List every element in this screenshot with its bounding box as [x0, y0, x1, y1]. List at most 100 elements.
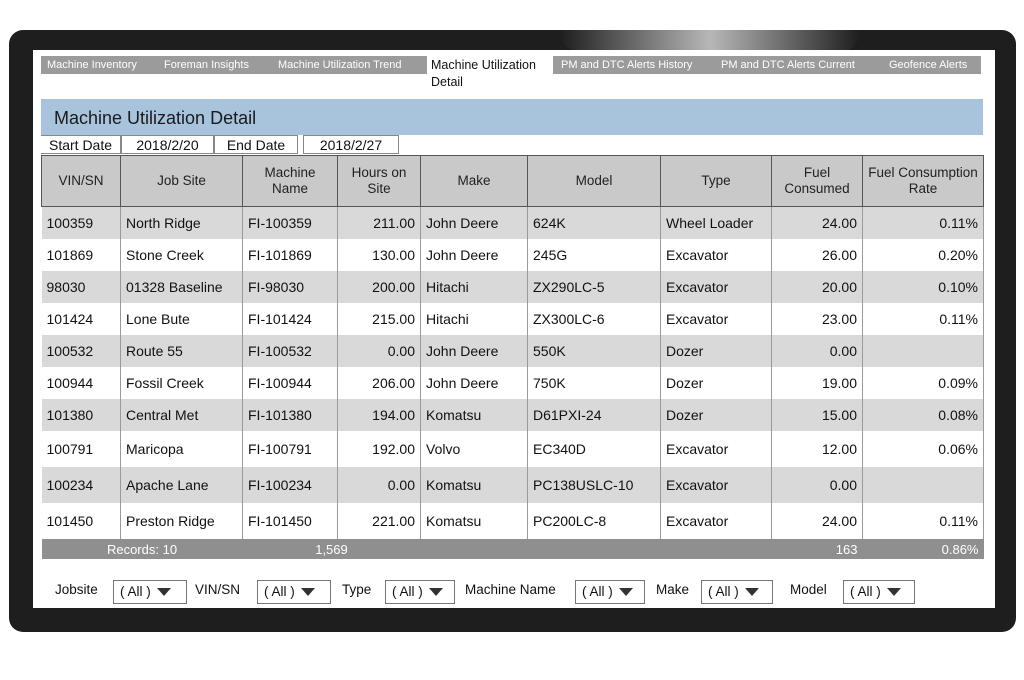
table-row[interactable]: 101424 Lone Bute FI-101424 215.00 Hitachi ZX3…	[41, 303, 984, 335]
col-fuel-consumed-header[interactable]: Fuel Consumed	[771, 155, 863, 207]
table-header-row: VIN/SN Job Site Machine Name Hours on Site M…	[41, 155, 984, 207]
start-date-label: Start Date	[41, 135, 121, 154]
filter-type-select[interactable]: ( All )	[385, 580, 455, 604]
col-machine-name-cell: FI-100791	[242, 431, 338, 467]
rate-total: 0.86%	[862, 539, 984, 559]
col-hours-on-site-cell: 0.00	[337, 467, 421, 503]
hours-total: 1,569	[242, 539, 421, 559]
col-hours-on-site-cell: 221.00	[337, 503, 421, 539]
col-machine-name-cell: FI-101869	[242, 239, 338, 271]
col-hours-on-site-cell: 215.00	[337, 303, 421, 335]
col-hours-on-site-cell: 0.00	[337, 335, 421, 367]
col-model-cell: PC200LC-8	[527, 503, 661, 539]
filter-label-make: Make	[656, 582, 690, 597]
col-type-cell: Excavator	[660, 431, 772, 467]
start-date-field[interactable]: 2018/2/20	[121, 135, 214, 154]
col-fuel-consumption-rate-cell: 0.10%	[862, 271, 984, 303]
tab-pm-dtc-alerts-current[interactable]: PM and DTC Alerts Current	[717, 56, 855, 74]
col-model-header[interactable]: Model	[527, 155, 661, 207]
table-row[interactable]: 100234 Apache Lane FI-100234 0.00 Komatsu PC1…	[41, 467, 984, 503]
table-row[interactable]: 100532 Route 55 FI-100532 0.00 John Deere 550…	[41, 335, 984, 367]
col-hours-on-site-header[interactable]: Hours on Site	[337, 155, 421, 207]
col-vinsn-header[interactable]: VIN/SN	[41, 155, 121, 207]
end-date-field[interactable]: 2018/2/27	[303, 135, 399, 154]
col-fuel-consumption-rate-cell	[862, 467, 984, 503]
col-fuel-consumption-rate-cell: 0.09%	[862, 367, 984, 399]
col-vinsn-cell: 101450	[41, 503, 121, 539]
col-fuel-consumption-rate-header[interactable]: Fuel Consumption Rate	[862, 155, 984, 207]
filter-model-value: ( All )	[850, 584, 881, 599]
col-vinsn-cell: 101869	[41, 239, 121, 271]
col-fuel-consumed-cell: 0.00	[771, 467, 863, 503]
filter-model-select[interactable]: ( All )	[843, 580, 915, 604]
col-fuel-consumption-rate-cell: 0.20%	[862, 239, 984, 271]
tab-geofence-alerts[interactable]: Geofence Alerts	[885, 56, 967, 74]
table-row[interactable]: 100791 Maricopa FI-100791 192.00 Volvo EC340D…	[41, 431, 984, 467]
table-row[interactable]: 98030 01328 Baseline FI-98030 200.00 Hitachi…	[41, 271, 984, 303]
col-model-cell: ZX300LC-6	[527, 303, 661, 335]
filter-make-select[interactable]: ( All )	[701, 580, 773, 604]
col-make-cell: Volvo	[420, 431, 528, 467]
col-machine-name-cell: FI-98030	[242, 271, 338, 303]
col-fuel-consumed-cell: 20.00	[771, 271, 863, 303]
col-machine-name-cell: FI-101380	[242, 399, 338, 431]
col-machine-name-cell: FI-101450	[242, 503, 338, 539]
col-fuel-consumption-rate-cell: 0.11%	[862, 206, 984, 239]
page-title: Machine Utilization Detail	[54, 108, 257, 128]
col-type-header[interactable]: Type	[660, 155, 772, 207]
filter-machine-name-select[interactable]: ( All )	[575, 580, 645, 604]
col-model-cell: EC340D	[527, 431, 661, 467]
col-fuel-consumption-rate-cell: 0.11%	[862, 303, 984, 335]
filter-type-value: ( All )	[392, 584, 423, 599]
tab-machine-utilization-detail[interactable]: Machine Utilization Detail	[427, 56, 553, 96]
filter-jobsite-value: ( All )	[120, 584, 151, 599]
col-vinsn-cell: 101380	[41, 399, 121, 431]
col-fuel-consumed-cell: 12.00	[771, 431, 863, 467]
col-machine-name-cell: FI-100234	[242, 467, 338, 503]
tab-machine-utilization-trend[interactable]: Machine Utilization Trend	[274, 56, 402, 74]
col-machine-name-header[interactable]: Machine Name	[242, 155, 338, 207]
filter-bar: Jobsite ( All ) VIN/SN ( All ) Type ( Al…	[41, 578, 983, 606]
col-job-site-cell: Fossil Creek	[120, 367, 243, 399]
col-job-site-cell: Stone Creek	[120, 239, 243, 271]
col-hours-on-site-cell: 192.00	[337, 431, 421, 467]
tab-foreman-insights[interactable]: Foreman Insights	[160, 56, 249, 74]
col-make-cell: John Deere	[420, 206, 528, 239]
col-job-site-cell: Route 55	[120, 335, 243, 367]
col-type-cell: Excavator	[660, 271, 772, 303]
col-type-cell: Excavator	[660, 239, 772, 271]
table-row[interactable]: 101380 Central Met FI-101380 194.00 Komatsu D…	[41, 399, 984, 431]
col-make-cell: John Deere	[420, 239, 528, 271]
col-job-site-cell: 01328 Baseline	[120, 271, 243, 303]
col-fuel-consumed-cell: 0.00	[771, 335, 863, 367]
table-row[interactable]: 100359 North Ridge FI-100359 211.00 John Dee…	[41, 206, 984, 239]
tab-pm-dtc-alerts-history[interactable]: PM and DTC Alerts History	[557, 56, 692, 74]
filter-vinsn-value: ( All )	[264, 584, 295, 599]
col-machine-name-cell: FI-100359	[242, 206, 338, 239]
col-model-cell: D61PXI-24	[527, 399, 661, 431]
filter-label-jobsite: Jobsite	[55, 582, 98, 597]
footer-spacer	[420, 539, 772, 559]
col-hours-on-site-cell: 194.00	[337, 399, 421, 431]
col-fuel-consumption-rate-cell	[862, 335, 984, 367]
table-row[interactable]: 101869 Stone Creek FI-101869 130.00 John Dee…	[41, 239, 984, 271]
filter-machine-name-value: ( All )	[582, 584, 613, 599]
tab-machine-inventory[interactable]: Machine Inventory	[43, 56, 137, 74]
col-model-cell: PC138USLC-10	[527, 467, 661, 503]
col-job-site-header[interactable]: Job Site	[120, 155, 243, 207]
table-row[interactable]: 101450 Preston Ridge FI-101450 221.00 Komats…	[41, 503, 984, 539]
col-make-cell: Hitachi	[420, 271, 528, 303]
filter-label-model: Model	[790, 582, 827, 597]
col-fuel-consumed-cell: 15.00	[771, 399, 863, 431]
table-row[interactable]: 100944 Fossil Creek FI-100944 206.00 John De…	[41, 367, 984, 399]
col-make-header[interactable]: Make	[420, 155, 528, 207]
filter-label-machine-name: Machine Name	[465, 582, 556, 597]
dashboard-screen: Machine Inventory Foreman Insights Machi…	[33, 50, 995, 608]
col-fuel-consumed-cell: 24.00	[771, 206, 863, 239]
col-vinsn-cell: 100791	[41, 431, 121, 467]
col-machine-name-cell: FI-101424	[242, 303, 338, 335]
col-job-site-cell: Lone Bute	[120, 303, 243, 335]
filter-vinsn-select[interactable]: ( All )	[257, 580, 331, 604]
filter-jobsite-select[interactable]: ( All )	[113, 580, 187, 604]
col-vinsn-cell: 100234	[41, 467, 121, 503]
